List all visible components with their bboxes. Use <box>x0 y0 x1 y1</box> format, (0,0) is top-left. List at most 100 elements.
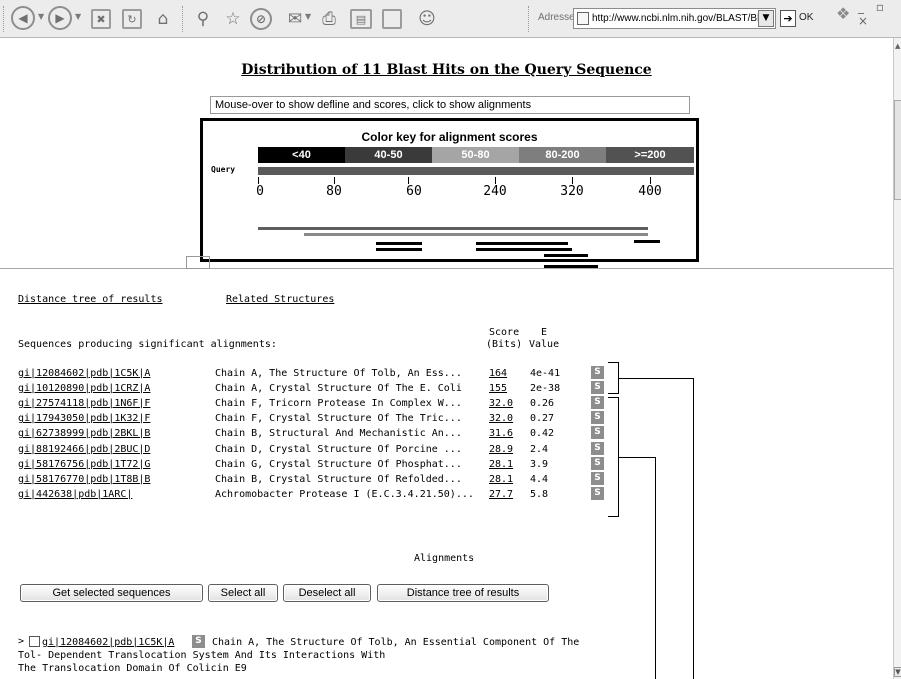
hit-id-link[interactable]: gi|58176770|pdb|1T8B|B <box>18 473 150 486</box>
structure-icon[interactable]: S <box>591 426 604 440</box>
color-key-gte200: >=200 <box>606 147 694 163</box>
browser-toolbar: ◀ ▼ ▶ ▼ ✖ ↻ ⌂ ⚲ ☆ ⊘ ✉ ▼ ⎙ ▤ ☺ Adresse ht… <box>0 0 901 38</box>
search-icon[interactable]: ⚲ <box>190 6 216 32</box>
related-structures-link[interactable]: Related Structures <box>226 294 334 305</box>
hit-bar[interactable] <box>376 242 422 245</box>
structure-icon[interactable]: S <box>192 635 205 648</box>
select-all-button[interactable]: Select all <box>208 584 278 602</box>
axis-tick <box>572 177 573 184</box>
hit-id-link[interactable]: gi|58176756|pdb|1T72|G <box>18 458 150 471</box>
messenger-icon[interactable]: ☺ <box>414 6 440 32</box>
hit-score-link[interactable]: 27.7 <box>489 488 513 501</box>
hit-score-link[interactable]: 32.0 <box>489 397 513 410</box>
deselect-all-button[interactable]: Deselect all <box>283 584 371 602</box>
hit-id-link[interactable]: gi|442638|pdb|1ARC| <box>18 488 132 501</box>
mail-dropdown-icon[interactable]: ▼ <box>305 12 311 21</box>
structure-icon[interactable]: S <box>591 441 604 455</box>
hit-score-link[interactable]: 31.6 <box>489 427 513 440</box>
axis-tick-label: 60 <box>406 184 422 199</box>
hit-bar[interactable] <box>476 248 572 251</box>
connector-line <box>693 378 694 679</box>
hit-id-link[interactable]: gi|10120890|pdb|1CRZ|A <box>18 382 150 395</box>
hits-graphic[interactable]: Color key for alignment scores <40 40-50… <box>200 118 699 268</box>
hit-score-link[interactable]: 32.0 <box>489 412 513 425</box>
alignment-defline-1: Chain A, The Structure Of Tolb, An Essen… <box>212 637 580 648</box>
hit-evalue: 2.4 <box>530 443 549 455</box>
evalue-header: E <box>541 327 548 338</box>
hit-id-link[interactable]: gi|62738999|pdb|2BKL|B <box>18 427 150 440</box>
score-header: Score <box>489 327 520 338</box>
structure-icon[interactable]: S <box>591 381 604 395</box>
home-icon[interactable]: ⌂ <box>150 6 176 32</box>
hit-score-link[interactable]: 28.9 <box>489 443 513 456</box>
go-arrow-icon[interactable]: ➔ <box>780 10 796 27</box>
alignment-id-link[interactable]: gi|12084602|pdb|1C5K|A <box>42 637 174 648</box>
hit-bar[interactable] <box>376 248 422 251</box>
structure-icon[interactable]: S <box>591 486 604 500</box>
axis-tick-label: 80 <box>326 184 342 199</box>
back-dropdown-icon[interactable]: ▼ <box>38 12 44 21</box>
distance-tree-link[interactable]: Distance tree of results <box>18 294 163 305</box>
favorites-icon[interactable]: ☆ <box>220 6 246 32</box>
bracket-connector <box>608 362 619 394</box>
defline-hint-box: Mouse-over to show defline and scores, c… <box>210 96 690 114</box>
hit-score-link[interactable]: 28.1 <box>489 473 513 486</box>
hit-description: Chain G, Crystal Structure Of Phosphat..… <box>215 458 462 470</box>
address-dropdown-icon[interactable]: ▼ <box>758 10 774 27</box>
tree-box <box>186 256 210 269</box>
hit-id-link[interactable]: gi|17943050|pdb|1K32|F <box>18 412 150 425</box>
color-key-50-80: 50-80 <box>432 147 519 163</box>
alignment-select-checkbox[interactable] <box>29 636 40 647</box>
hit-score-link[interactable]: 28.1 <box>489 458 513 471</box>
hit-id-link[interactable]: gi|88192466|pdb|2BUC|D <box>18 443 150 456</box>
connector-line <box>619 457 655 458</box>
structure-icon[interactable]: S <box>591 366 604 379</box>
go-button[interactable]: OK <box>799 12 813 23</box>
edit-icon[interactable]: ▤ <box>350 9 372 29</box>
stop-icon[interactable]: ✖ <box>91 9 111 29</box>
structure-icon[interactable]: S <box>591 411 604 425</box>
hit-description: Chain A, The Structure Of Tolb, An Ess..… <box>215 368 462 379</box>
hit-evalue: 5.8 <box>530 488 549 500</box>
distance-tree-button[interactable]: Distance tree of results <box>377 584 549 602</box>
hit-id-link[interactable]: gi|27574118|pdb|1N6F|F <box>18 397 150 410</box>
axis-tick <box>495 177 496 184</box>
hit-bar[interactable] <box>258 227 648 230</box>
hit-bar[interactable] <box>634 240 660 243</box>
hit-description: Chain B, Structural And Mechanistic An..… <box>215 428 462 440</box>
discuss-icon[interactable] <box>382 9 402 29</box>
structure-icon[interactable]: S <box>591 456 604 470</box>
get-selected-sequences-button[interactable]: Get selected sequences <box>20 584 203 602</box>
scroll-up-icon[interactable]: ▲ <box>895 42 900 50</box>
print-icon[interactable]: ⎙ <box>316 6 342 32</box>
forward-icon[interactable]: ▶ <box>48 6 72 30</box>
window-controls[interactable]: _ ▫ × <box>858 0 901 28</box>
address-url[interactable]: http://www.ncbi.nlm.nih.gov/BLAST/Bl <box>592 13 759 24</box>
hit-id-link[interactable]: gi|12084602|pdb|1C5K|A <box>18 367 150 380</box>
hit-description: Chain D, Crystal Structure Of Porcine ..… <box>215 443 462 455</box>
hit-bar[interactable] <box>544 254 588 257</box>
hit-score-link[interactable]: 164 <box>489 367 507 380</box>
hit-bar[interactable] <box>304 233 648 236</box>
vertical-scrollbar[interactable]: ▲ ▼ <box>893 38 901 679</box>
axis-tick-label: 240 <box>483 184 507 199</box>
query-label: Query <box>211 165 236 174</box>
toolbar-grip <box>528 6 531 32</box>
address-bar[interactable]: http://www.ncbi.nlm.nih.gov/BLAST/Bl <box>573 8 776 29</box>
forward-dropdown-icon[interactable]: ▼ <box>75 12 81 21</box>
axis-tick <box>334 177 335 184</box>
score-bits-header: (Bits) <box>486 339 523 350</box>
history-icon[interactable]: ⊘ <box>250 8 272 30</box>
hit-bar[interactable] <box>476 242 568 245</box>
structure-icon[interactable]: S <box>591 471 604 485</box>
hit-bar[interactable] <box>544 259 592 262</box>
hit-score-link[interactable]: 155 <box>489 382 507 395</box>
scroll-down-icon[interactable]: ▼ <box>894 667 901 677</box>
back-icon[interactable]: ◀ <box>11 6 35 30</box>
alignments-heading: Alignments <box>414 553 475 564</box>
structure-icon[interactable]: S <box>591 396 604 410</box>
color-key-80-200: 80-200 <box>519 147 606 163</box>
refresh-icon[interactable]: ↻ <box>122 9 142 29</box>
scroll-thumb[interactable] <box>894 100 901 200</box>
page-title: Distribution of 11 Blast Hits on the Que… <box>241 62 652 78</box>
